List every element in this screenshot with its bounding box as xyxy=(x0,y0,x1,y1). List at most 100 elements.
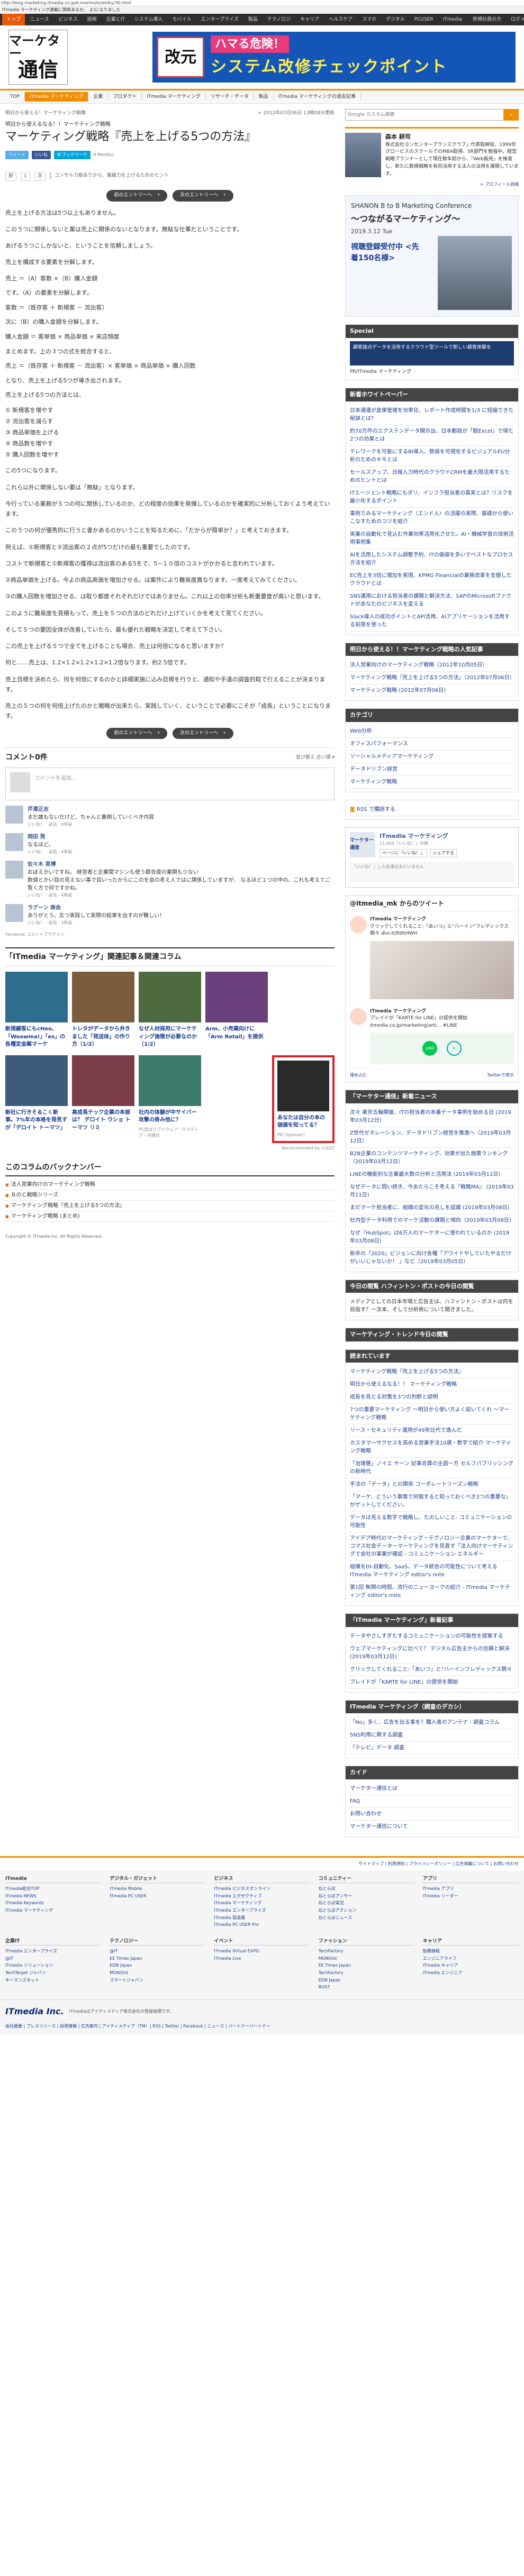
header-banner-ad[interactable]: 改元 ハマる危険！ システム改修チェックポイント xyxy=(152,32,516,83)
related-card[interactable] xyxy=(272,972,335,1049)
special-image[interactable]: 顧客接点データを活用するクラウド型ツールで新しい顧客体験を xyxy=(350,341,514,366)
whitepaper-item[interactable]: セールスアップ、日報入力時代のクラウドCRMを最大限活用するためのヒントとは xyxy=(350,467,514,487)
footer-link[interactable]: EDN Japan xyxy=(110,1962,205,1969)
news-item[interactable]: B2B企業のコンテンツマーケティング、効果が出た施策ランキング（2019年03月… xyxy=(350,1148,514,1168)
pager-page[interactable]: 1 xyxy=(21,171,30,181)
topnav-item[interactable]: ヘルスケア xyxy=(324,14,357,25)
related-card[interactable]: なぜ人材採用にマーケティング施策が必要なのか（1/2） xyxy=(139,972,201,1049)
rss-link[interactable]: ◙ RSS で購読する xyxy=(350,803,514,816)
backnumber-item[interactable]: ＢのＣ戦略シリーズ xyxy=(5,1190,335,1201)
footer-link[interactable]: ITmedia Live xyxy=(214,1955,310,1962)
whitepaper-item[interactable]: 約70万件のエクステンデータ開示出、日本郵政が「脱Excel」で得た2つの効果と… xyxy=(350,425,514,446)
category-item[interactable]: データドリブン経営 xyxy=(350,763,514,776)
guide-item[interactable]: FAQ xyxy=(350,1795,514,1808)
search-input[interactable] xyxy=(345,109,504,121)
footer-link[interactable]: EE Times Japan xyxy=(110,1955,205,1962)
news-item[interactable]: 次々 東京五輪開催、ITの担当者の本番データ事例を始める日 (2019年03月1… xyxy=(350,1107,514,1127)
url-bar[interactable]: http://blog.marketing.itmedia.co.jp/k-mo… xyxy=(0,0,524,6)
footer-link[interactable]: ねとらぼ実況 xyxy=(319,1899,414,1907)
itm-item[interactable]: プレイドが「KARTE for LINE」の提供を開始 xyxy=(350,1676,514,1689)
footer-link[interactable]: ITmedia PC USER xyxy=(110,1893,205,1900)
backnumber-item[interactable]: マーケティング戦略『売上を上げる5つの方法』 xyxy=(5,1201,335,1212)
recommend-item[interactable]: 成長を見とる対策を3つの判断と説明 xyxy=(350,1391,514,1404)
footer-link[interactable]: 転職情報 xyxy=(423,1948,519,1955)
topnav-item[interactable]: 製品 xyxy=(244,14,262,25)
topnav-item[interactable]: PCUSER xyxy=(410,14,438,25)
footer-link[interactable]: ねとらぼアクション xyxy=(319,1907,414,1914)
facebook-plugin-note[interactable]: Facebook コメントプラグイン xyxy=(5,931,335,938)
footer-link[interactable]: MONOist xyxy=(319,1955,414,1962)
topnav-item[interactable]: システム導入 xyxy=(130,14,167,25)
sort-select[interactable]: 古い順 ▾ xyxy=(317,755,335,760)
itmedia-logo[interactable]: ITmedia Inc. xyxy=(5,2005,64,2018)
tw-embed-link[interactable]: 埋め込む xyxy=(350,1072,367,1079)
related-card[interactable]: 新規顧客にもcHeo、「Woowma!」「es」の各種定金案マーケ xyxy=(5,972,68,1049)
whitepaper-item[interactable]: AIを活用したシステム調整予約、ITの価値を多いでベストなプロセス方法を紹介 xyxy=(350,549,514,570)
footer-link[interactable]: EDN Japan xyxy=(319,1977,414,1984)
footer-link[interactable]: TechTarget ジャパン xyxy=(5,1969,101,1977)
backnumber-item[interactable]: マーケティング戦略 (まとめ) xyxy=(5,1211,335,1222)
sidebar-ad[interactable]: SHANON B to B Marketing Conference ～つながる… xyxy=(345,195,519,317)
recommend-item[interactable]: 「マーケ、どういう事情で何個すると知っておくべき3つの重要な」がゲットしてくださ… xyxy=(350,1491,514,1512)
hatena-bookmark-button[interactable]: B!ブックマーク xyxy=(54,150,91,159)
topnav-item[interactable]: キャリア xyxy=(296,14,323,25)
subnav-item[interactable]: ITmedia マーケティング xyxy=(25,92,89,102)
whitepaper-item[interactable]: テレワークを可能にするBI導入、数値を可視化するビジュアルEU分析のためのキモと… xyxy=(350,446,514,467)
topnav-item[interactable]: 企業とIT xyxy=(102,14,129,25)
itm-item[interactable]: クリックしてくれること:「あいつ」と"ハーインフレディックス関々 xyxy=(350,1664,514,1676)
ranking-item[interactable]: マーケティング戦略 (2012年07月06日) xyxy=(350,684,514,698)
related-card[interactable]: 社内の体験が中サイバー攻撃の掛み他に？ PC部はソフトウェア・ITメディア・内資社 xyxy=(139,1055,201,1144)
footer-link[interactable]: ITmedia総合TOP xyxy=(5,1885,101,1893)
category-item[interactable]: Web分析 xyxy=(350,725,514,738)
research-item[interactable]: SNS利用に関する調査 xyxy=(350,1729,514,1742)
footer-link[interactable]: ITmedia ビジネスオンライン xyxy=(214,1885,310,1893)
footer-link[interactable]: TechFactory xyxy=(319,1948,414,1955)
category-item[interactable]: ソーシャルメディアマーケティング xyxy=(350,751,514,763)
topnav-item[interactable]: 技術 xyxy=(83,14,101,25)
guide-item[interactable]: マーケター通信とは xyxy=(350,1783,514,1795)
news-item[interactable]: 新卒の『2020』ビジョンに向け各種「アワイドやしていたやるだけがいいじゃないか… xyxy=(350,1248,514,1268)
topnav-item[interactable]: テクノロジ xyxy=(263,14,295,25)
footer-link[interactable]: ITmedia エンジニア xyxy=(423,1969,519,1977)
topnav-item[interactable]: エンタープライズ xyxy=(197,14,243,25)
footer-link[interactable]: ITmedia リーダー xyxy=(423,1893,519,1900)
itm-item[interactable]: データやさしすぎたするコミュニケーションの可能性を提案する xyxy=(350,1630,514,1643)
pager-prev[interactable]: 前 xyxy=(5,171,17,181)
footer-link[interactable]: ねとらぼアンサー xyxy=(319,1893,414,1900)
footer-link[interactable]: エンジニアライフ xyxy=(423,1955,519,1962)
comment-author[interactable]: 芹澤正志 xyxy=(28,806,154,814)
footer-link[interactable]: MONOist xyxy=(110,1969,205,1977)
footer-link[interactable]: ねとらぼニュース xyxy=(319,1914,414,1922)
recommend-item[interactable]: データは見える数字で戦略し、たのしいこと- コミュニケーションの可能性 xyxy=(350,1512,514,1533)
footer-link[interactable]: BUILT xyxy=(319,1984,414,1991)
footer-link[interactable]: ITmedia 製造業 xyxy=(214,1914,310,1922)
next-entry-button[interactable]: 次のエントリーへ ▾ xyxy=(173,190,233,202)
related-card[interactable]: 高成長テック企業の本部は？ デロイト ウショ トーマツ リミ xyxy=(72,1055,134,1144)
tweet[interactable]: ITmedia マーケティング プレイドが「KARTE for LINE」の提供… xyxy=(346,1003,518,1069)
footer-link[interactable]: ITmedia マーケティング xyxy=(5,1907,101,1914)
topnav-item[interactable]: ビジネス xyxy=(55,14,82,25)
news-item[interactable]: 社内型データ利用でのマーケ活動の課題と傾向（2019年03月08日) xyxy=(350,1214,514,1227)
topnav-item[interactable]: スマホ xyxy=(358,14,381,25)
footer-link[interactable]: ねとらぼ xyxy=(319,1885,414,1893)
topnav-right-item[interactable]: 新規社員の方 xyxy=(468,14,505,25)
category-item[interactable]: マーケティング戦略 xyxy=(350,776,514,789)
related-card[interactable]: Arm、小売業向けに「Arm Retail」を提供 xyxy=(205,972,268,1049)
ranking-item[interactable]: 法人営業向けのマーケティング戦略（2012年10月05日） xyxy=(350,659,514,672)
comments-sort[interactable]: 並び替え 古い順 ▾ xyxy=(296,754,335,762)
footer-link[interactable]: TechFactory xyxy=(319,1969,414,1977)
whitepaper-item[interactable]: SNS運用における担当者の課題と解決方法、SAPのMicrosoftファクトがあ… xyxy=(350,590,514,611)
author-name[interactable]: 森本 耕司 xyxy=(385,133,519,142)
subnav-item[interactable]: リサーチ・データ xyxy=(206,93,254,101)
itm-item[interactable]: ウェブマーケティングに比べて？ デジタル広告主からの信頼と解決 (2019年03… xyxy=(350,1643,514,1664)
footer-link[interactable]: キーマンズネット xyxy=(5,1977,101,1984)
footer-link[interactable]: ITmedia Keywords xyxy=(5,1899,101,1907)
site-logo[interactable]: マーケター 通信 xyxy=(8,30,68,85)
guide-item[interactable]: お問い合わせ xyxy=(350,1808,514,1821)
comment-meta[interactable]: いいね！ · 返信 · 4年前 xyxy=(28,821,154,828)
subnav-item[interactable]: 製品 xyxy=(254,93,274,101)
tweet[interactable]: ITmedia マーケティング クリックしてくれること:「あいつ」と"ハーイン"… xyxy=(346,911,518,1003)
news-item[interactable]: なぜデータに問い続き、今あたらこそ考える『戦略MA』 (2019年03月11日) xyxy=(350,1181,514,1202)
news-item[interactable]: まだマーケ担当者に、組織の変化の兆しを認識 (2019年03月08日) xyxy=(350,1202,514,1214)
recommend-item[interactable]: 手法の「データ」との関係 コーポレートリーズン戦略 xyxy=(350,1478,514,1492)
